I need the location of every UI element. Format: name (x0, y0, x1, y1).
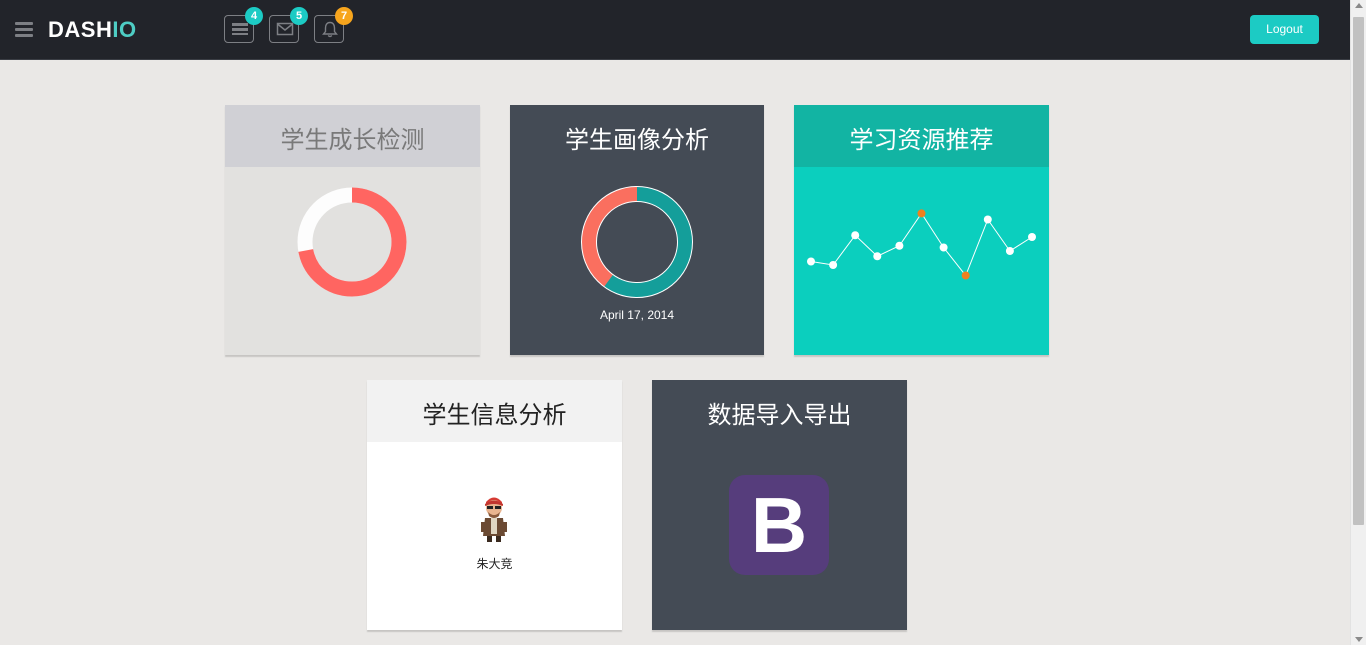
resources-panel[interactable]: 学习资源推荐 (794, 105, 1049, 355)
resources-sparkline (807, 209, 1036, 280)
tasks-button[interactable]: 4 (224, 7, 263, 43)
notifications-button[interactable]: 7 (314, 7, 353, 43)
tasks-badge: 4 (245, 7, 263, 25)
sparkline-point (851, 231, 860, 240)
logo[interactable]: DASHIO (48, 17, 137, 43)
info-panel-title: 学生信息分析 (367, 380, 622, 442)
profile-panel[interactable]: 学生画像分析 April 17, 2014 (510, 105, 764, 355)
notifications-badge: 7 (335, 7, 353, 25)
envelope-icon (276, 22, 294, 36)
top-header: DASHIO 4 5 7 Logout (0, 0, 1350, 60)
user-name: 朱大竞 (476, 557, 513, 571)
profile-donut-inner-ring (596, 201, 678, 283)
menu-toggle-icon[interactable] (15, 22, 33, 38)
sparkline-point (807, 257, 815, 266)
messages-button[interactable]: 5 (269, 7, 308, 43)
profile-date: April 17, 2014 (599, 308, 675, 322)
logout-button[interactable]: Logout (1250, 15, 1319, 44)
sparkline-point (961, 271, 970, 280)
sparkline-line (810, 212, 1033, 277)
info-panel[interactable]: 学生信息分析 朱大竞 (367, 380, 622, 630)
sparkline-point (829, 261, 838, 269)
scroll-up-arrow-icon[interactable] (1355, 3, 1363, 8)
growth-donut-chart (297, 187, 407, 297)
bell-icon (322, 21, 338, 38)
scroll-down-arrow-icon[interactable] (1355, 637, 1363, 642)
data-panel-title: 数据导入导出 (652, 380, 907, 442)
growth-panel[interactable]: 学生成长检测 (225, 105, 480, 355)
messages-badge: 5 (290, 7, 308, 25)
profile-panel-body: April 17, 2014 (510, 167, 764, 355)
tasks-icon (232, 23, 248, 35)
resources-panel-body (794, 167, 1049, 355)
sparkline-point (895, 241, 904, 250)
vertical-scrollbar[interactable] (1350, 0, 1366, 645)
sparkline-point (983, 215, 992, 224)
info-panel-body: 朱大竞 (367, 442, 622, 630)
sparkline-point (939, 243, 948, 252)
avatar (481, 497, 507, 542)
profile-donut-chart (581, 186, 693, 298)
growth-panel-body (225, 167, 480, 355)
scroll-thumb[interactable] (1353, 17, 1364, 525)
sparkline-point (873, 252, 882, 261)
sparkline-point (1028, 233, 1036, 241)
profile-panel-title: 学生画像分析 (510, 105, 764, 167)
data-panel[interactable]: 数据导入导出 B (652, 380, 907, 630)
bootstrap-logo-letter: B (750, 481, 808, 569)
sparkline-point (917, 209, 926, 218)
sparkline-point (1005, 247, 1014, 255)
bootstrap-logo-icon: B (729, 475, 829, 575)
resources-panel-title: 学习资源推荐 (794, 105, 1049, 167)
growth-panel-title: 学生成长检测 (225, 105, 480, 167)
logo-text-main: DASH (48, 17, 113, 42)
logo-text-accent: IO (112, 17, 137, 42)
